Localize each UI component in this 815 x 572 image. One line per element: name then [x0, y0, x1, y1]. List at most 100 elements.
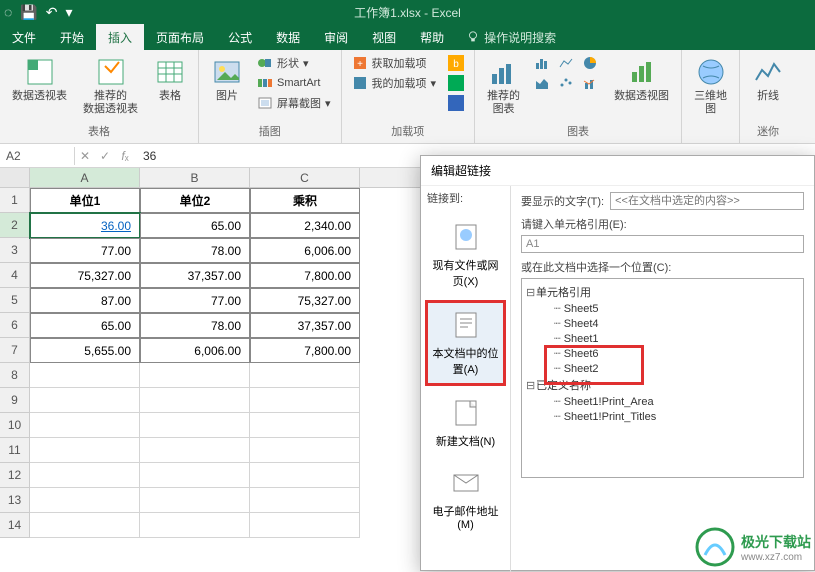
cell[interactable] [30, 438, 140, 463]
row-header[interactable]: 13 [0, 488, 30, 513]
tab-file[interactable]: 文件 [0, 24, 48, 50]
row-header[interactable]: 4 [0, 263, 30, 288]
cell[interactable]: 6,006.00 [140, 338, 250, 363]
row-header[interactable]: 5 [0, 288, 30, 313]
tell-me-search[interactable]: 操作说明搜索 [456, 24, 566, 50]
row-header[interactable]: 10 [0, 413, 30, 438]
pictures-button[interactable]: 图片 [207, 54, 247, 105]
row-header[interactable]: 11 [0, 438, 30, 463]
cell[interactable]: 75,327.00 [250, 288, 360, 313]
cell[interactable] [140, 363, 250, 388]
tree-node-sheet[interactable]: ┈ Sheet4 [526, 316, 799, 331]
row-header[interactable]: 2 [0, 213, 30, 238]
bing-maps-button[interactable]: b [446, 54, 466, 72]
tree-node-sheet[interactable]: ┈ Sheet1 [526, 331, 799, 346]
cell[interactable] [30, 363, 140, 388]
chart-combo-icon[interactable] [580, 74, 602, 92]
cell[interactable] [30, 413, 140, 438]
my-addins-button[interactable]: 我的加载项 ▾ [350, 74, 439, 92]
cell[interactable] [250, 413, 360, 438]
cell[interactable]: 5,655.00 [30, 338, 140, 363]
cell[interactable]: 37,357.00 [140, 263, 250, 288]
tab-insert[interactable]: 插入 [96, 24, 144, 50]
cell[interactable] [140, 463, 250, 488]
cell[interactable]: 单位2 [140, 188, 250, 213]
row-header[interactable]: 14 [0, 513, 30, 538]
chart-line-icon[interactable] [556, 54, 578, 72]
cell-selected[interactable]: 36.00 [30, 213, 140, 238]
chart-pie-icon[interactable] [580, 54, 602, 72]
cell[interactable] [140, 513, 250, 538]
cell[interactable] [250, 388, 360, 413]
cancel-formula-icon[interactable]: ✕ [75, 149, 95, 163]
tab-pagelayout[interactable]: 页面布局 [144, 24, 216, 50]
recommended-charts-button[interactable]: 推荐的 图表 [483, 54, 524, 118]
tab-home[interactable]: 开始 [48, 24, 96, 50]
cell[interactable]: 87.00 [30, 288, 140, 313]
cell[interactable] [140, 488, 250, 513]
cell[interactable]: 75,327.00 [30, 263, 140, 288]
cell-ref-input[interactable] [521, 235, 804, 253]
tab-help[interactable]: 帮助 [408, 24, 456, 50]
chart-area-icon[interactable] [532, 74, 554, 92]
tree-node-name[interactable]: ┈ Sheet1!Print_Titles [526, 409, 799, 424]
cell[interactable]: 6,006.00 [250, 238, 360, 263]
fx-icon[interactable]: fₓ [115, 149, 135, 163]
tree-node-cellref[interactable]: ⊟单元格引用 [526, 283, 799, 301]
cell[interactable] [140, 388, 250, 413]
autosave-icon[interactable]: ◌ [4, 4, 12, 20]
row-header[interactable]: 12 [0, 463, 30, 488]
row-header[interactable]: 8 [0, 363, 30, 388]
col-header-A[interactable]: A [30, 168, 140, 187]
cell[interactable]: 2,340.00 [250, 213, 360, 238]
link-email-button[interactable]: 电子邮件地址 (M) [425, 460, 506, 538]
people-graph-button[interactable] [446, 74, 466, 92]
cell[interactable] [250, 363, 360, 388]
col-header-B[interactable]: B [140, 168, 250, 187]
sparkline-line-button[interactable]: 折线 [748, 54, 788, 105]
location-tree[interactable]: ⊟单元格引用 ┈ Sheet5 ┈ Sheet4 ┈ Sheet1 ┈ Shee… [521, 278, 804, 478]
chart-bar-icon[interactable] [532, 54, 554, 72]
select-all-corner[interactable] [0, 168, 30, 187]
cell[interactable] [30, 488, 140, 513]
cell[interactable] [30, 388, 140, 413]
cell[interactable] [140, 413, 250, 438]
row-header[interactable]: 3 [0, 238, 30, 263]
link-existing-file-button[interactable]: 现有文件或网页(X) [425, 214, 506, 296]
save-icon[interactable]: 💾 [20, 4, 37, 21]
tab-formulas[interactable]: 公式 [216, 24, 264, 50]
cell[interactable]: 乘积 [250, 188, 360, 213]
enter-formula-icon[interactable]: ✓ [95, 149, 115, 163]
cell[interactable]: 7,800.00 [250, 263, 360, 288]
recommended-pivot-button[interactable]: 推荐的 数据透视表 [79, 54, 142, 118]
row-header[interactable]: 6 [0, 313, 30, 338]
tab-view[interactable]: 视图 [360, 24, 408, 50]
cell[interactable]: 65.00 [140, 213, 250, 238]
shapes-button[interactable]: 形状 ▾ [255, 54, 333, 72]
pivot-chart-button[interactable]: 数据透视图 [610, 54, 673, 105]
table-button[interactable]: 表格 [150, 54, 190, 105]
chart-scatter-icon[interactable] [556, 74, 578, 92]
row-header[interactable]: 9 [0, 388, 30, 413]
cell[interactable] [250, 463, 360, 488]
cell[interactable] [30, 463, 140, 488]
display-text-input[interactable] [610, 192, 804, 210]
cell[interactable]: 78.00 [140, 238, 250, 263]
redo-icon[interactable]: ▾ [66, 4, 73, 21]
row-header[interactable]: 1 [0, 188, 30, 213]
tab-data[interactable]: 数据 [264, 24, 312, 50]
visio-button[interactable] [446, 94, 466, 112]
screenshot-button[interactable]: 屏幕截图 ▾ [255, 94, 333, 112]
tree-node-name[interactable]: ┈ Sheet1!Print_Area [526, 394, 799, 409]
cell[interactable]: 77.00 [140, 288, 250, 313]
undo-icon[interactable]: ↶ [46, 4, 58, 21]
cell[interactable]: 77.00 [30, 238, 140, 263]
cell[interactable] [140, 438, 250, 463]
col-header-C[interactable]: C [250, 168, 360, 187]
cell[interactable]: 78.00 [140, 313, 250, 338]
tree-node-sheet[interactable]: ┈ Sheet5 [526, 301, 799, 316]
link-new-document-button[interactable]: 新建文档(N) [425, 390, 506, 456]
cell[interactable]: 65.00 [30, 313, 140, 338]
row-header[interactable]: 7 [0, 338, 30, 363]
link-place-in-doc-button[interactable]: 本文档中的位 置(A) [425, 300, 506, 386]
